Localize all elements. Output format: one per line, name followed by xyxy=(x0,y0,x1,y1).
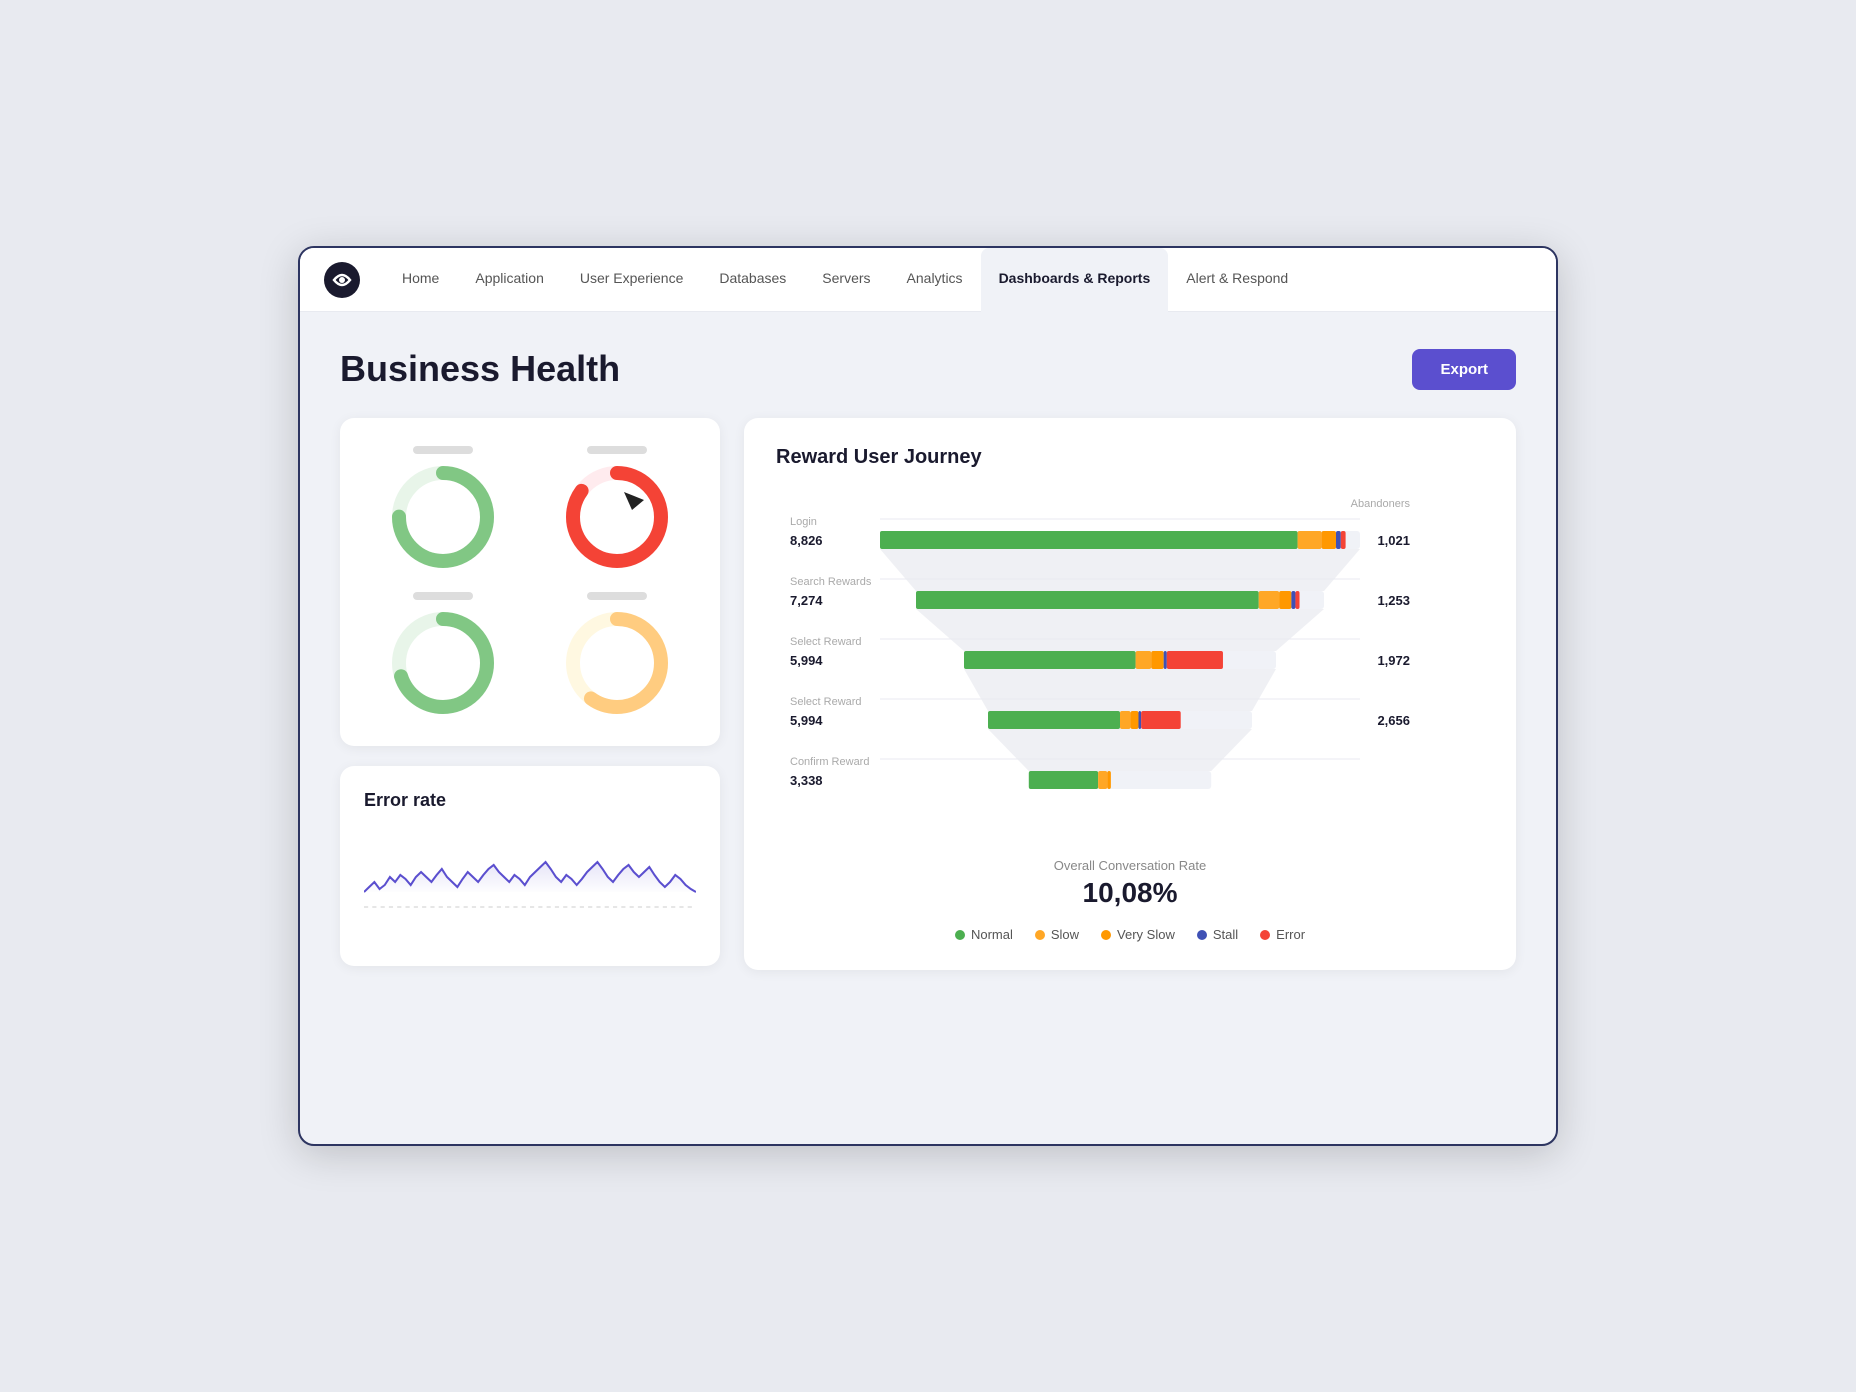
legend-item-error: Error xyxy=(1260,927,1305,942)
donut-ring-1 xyxy=(562,462,672,572)
app-logo xyxy=(324,262,360,298)
svg-text:Login: Login xyxy=(790,516,817,528)
nav-item-dashboards--reports[interactable]: Dashboards & Reports xyxy=(981,248,1169,312)
journey-card: Reward User Journey Abandoners Login 8,826… xyxy=(744,418,1516,970)
main-content: Business Health Export Error rate xyxy=(300,312,1556,1000)
legend-dot xyxy=(1260,930,1270,940)
sparkline xyxy=(364,827,696,927)
cards-row: Error rate xyxy=(340,418,1516,970)
nav-item-databases[interactable]: Databases xyxy=(701,248,804,312)
donut-label-0 xyxy=(413,446,473,454)
app-window: HomeApplicationUser ExperienceDatabasesS… xyxy=(298,246,1558,1146)
legend-dot xyxy=(1035,930,1045,940)
legend-dot xyxy=(1101,930,1111,940)
overall-rate-label: Overall Conversation Rate xyxy=(776,858,1484,873)
svg-text:Confirm Reward: Confirm Reward xyxy=(790,756,869,768)
nav-item-analytics[interactable]: Analytics xyxy=(889,248,981,312)
svg-text:7,274: 7,274 xyxy=(790,593,823,608)
donut-item-2 xyxy=(364,592,522,718)
navbar: HomeApplicationUser ExperienceDatabasesS… xyxy=(300,248,1556,312)
svg-text:1,972: 1,972 xyxy=(1377,653,1410,668)
donut-card xyxy=(340,418,720,746)
funnel-svg: Abandoners Login 8,826 1,021 Search Rewards 7… xyxy=(776,493,1484,833)
page-header: Business Health Export xyxy=(340,348,1516,390)
error-rate-title: Error rate xyxy=(364,790,696,811)
legend-item-normal: Normal xyxy=(955,927,1013,942)
donut-label-2 xyxy=(413,592,473,600)
nav-item-application[interactable]: Application xyxy=(457,248,562,312)
legend: Normal Slow Very Slow Stall Error xyxy=(776,927,1484,942)
legend-label: Normal xyxy=(971,927,1013,942)
svg-text:1,253: 1,253 xyxy=(1377,593,1410,608)
export-button[interactable]: Export xyxy=(1412,349,1516,390)
funnel-chart: Abandoners Login 8,826 1,021 Search Rewards 7… xyxy=(776,493,1484,838)
overall-rate-value: 10,08% xyxy=(776,877,1484,909)
donut-ring-0 xyxy=(388,462,498,572)
donut-item-0 xyxy=(364,446,522,572)
error-rate-card: Error rate xyxy=(340,766,720,966)
legend-label: Slow xyxy=(1051,927,1079,942)
left-column: Error rate xyxy=(340,418,720,966)
donut-label-1 xyxy=(587,446,647,454)
svg-text:8,826: 8,826 xyxy=(790,533,823,548)
nav-item-servers[interactable]: Servers xyxy=(804,248,888,312)
overall-rate: Overall Conversation Rate 10,08% xyxy=(776,858,1484,909)
legend-dot xyxy=(955,930,965,940)
nav-items: HomeApplicationUser ExperienceDatabasesS… xyxy=(384,248,1532,312)
legend-item-stall: Stall xyxy=(1197,927,1238,942)
donut-item-3 xyxy=(538,592,696,718)
svg-text:3,338: 3,338 xyxy=(790,773,823,788)
nav-item-alert--respond[interactable]: Alert & Respond xyxy=(1168,248,1306,312)
svg-text:1,021: 1,021 xyxy=(1377,533,1410,548)
donut-ring-2 xyxy=(388,608,498,718)
page-title: Business Health xyxy=(340,348,620,390)
svg-text:5,994: 5,994 xyxy=(790,713,823,728)
svg-text:2,656: 2,656 xyxy=(1377,713,1410,728)
svg-text:Search Rewards: Search Rewards xyxy=(790,576,872,588)
legend-item-slow: Slow xyxy=(1035,927,1079,942)
svg-text:5,994: 5,994 xyxy=(790,653,823,668)
svg-text:Abandoners: Abandoners xyxy=(1351,498,1411,510)
donut-item-1 xyxy=(538,446,696,572)
legend-item-very-slow: Very Slow xyxy=(1101,927,1175,942)
svg-text:Select Reward: Select Reward xyxy=(790,636,862,648)
donut-label-3 xyxy=(587,592,647,600)
legend-label: Stall xyxy=(1213,927,1238,942)
svg-text:Select Reward: Select Reward xyxy=(790,696,862,708)
legend-dot xyxy=(1197,930,1207,940)
journey-title: Reward User Journey xyxy=(776,446,1484,469)
donut-ring-3 xyxy=(562,608,672,718)
nav-item-home[interactable]: Home xyxy=(384,248,457,312)
legend-label: Very Slow xyxy=(1117,927,1175,942)
nav-item-user-experience[interactable]: User Experience xyxy=(562,248,702,312)
legend-label: Error xyxy=(1276,927,1305,942)
